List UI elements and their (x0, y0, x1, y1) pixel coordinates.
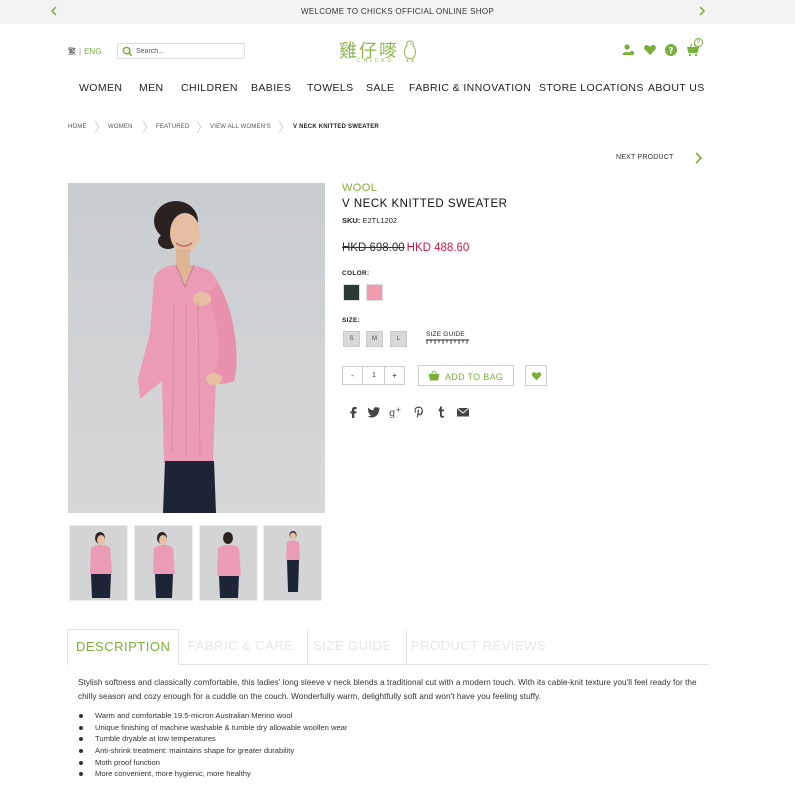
product-price: HKD 698.00 HKD 488.60 (342, 242, 469, 254)
add-to-wishlist-button[interactable] (525, 365, 547, 386)
search-box[interactable] (117, 43, 245, 59)
lang-separator: | (79, 47, 82, 56)
quantity-increase-button[interactable]: + (384, 367, 404, 384)
cart-count-badge: 0 (694, 38, 703, 47)
size-option-l[interactable]: L (390, 331, 407, 347)
feature-list: Warm and comfortable 19.5-micron Austral… (78, 710, 698, 780)
svg-text:?: ? (668, 46, 673, 56)
model-photo (138, 201, 237, 513)
add-to-bag-button[interactable]: ADD TO BAG (418, 365, 514, 386)
size-label: SIZE: (342, 317, 361, 324)
size-option-s[interactable]: S (343, 331, 360, 347)
product-sku: SKU: E2TL1202 (342, 216, 397, 225)
color-swatch-pink[interactable] (366, 284, 383, 301)
color-swatch-dark-green[interactable] (343, 284, 360, 301)
nav-item-women[interactable]: WOMEN (79, 82, 122, 94)
logo-english-text: CHICKS (357, 58, 394, 64)
size-option-m[interactable]: M (366, 331, 383, 347)
nav-item-towels[interactable]: TOWELS (307, 82, 354, 94)
list-item: Moth proof function (78, 757, 698, 769)
nav-item-fabric-innovation[interactable]: FABRIC & INNOVATION (409, 82, 531, 94)
chevron-right-icon[interactable] (693, 152, 703, 164)
breadcrumb-current: V NECK KNITTED SWEATER (293, 124, 379, 130)
ruler-icon[interactable] (426, 339, 469, 345)
tab-fabric-care[interactable]: FABRIC & CARE (174, 629, 309, 665)
google-plus-icon[interactable]: g + (389, 405, 403, 419)
breadcrumb-women[interactable]: WOMEN (108, 124, 133, 130)
nav-item-sale[interactable]: SALE (366, 82, 394, 94)
product-tabs: DESCRIPTION FABRIC & CARE SIZE GUIDE PRO… (67, 629, 709, 666)
nav-item-about-us[interactable]: ABOUT US (648, 82, 705, 94)
account-icon[interactable] (621, 43, 635, 57)
breadcrumb-separator-icon (142, 120, 148, 134)
breadcrumb-separator-icon (278, 120, 284, 134)
nav-item-children[interactable]: CHILDREN (181, 82, 238, 94)
tumblr-icon[interactable] (434, 405, 448, 419)
product-thumbnail[interactable] (134, 525, 193, 601)
tab-product-reviews[interactable]: PRODUCT REVIEWS (397, 629, 560, 665)
shopping-basket-icon (428, 370, 440, 381)
breadcrumb-home[interactable]: HOME (68, 124, 87, 130)
list-item: Tumble dryable at low temperatures (78, 733, 698, 745)
search-icon (122, 46, 133, 57)
list-item: Anti-shrink treatment: maintains shape f… (78, 745, 698, 757)
product-brand: WOOL (342, 182, 378, 194)
list-item: Warm and comfortable 19.5-micron Austral… (78, 710, 698, 722)
language-switcher: 繁 | ENG (68, 46, 101, 57)
heart-icon (531, 372, 542, 381)
product-title: V NECK KNITTED SWEATER (342, 198, 508, 210)
quantity-stepper: - + (342, 366, 405, 385)
breadcrumb-separator-icon (94, 120, 100, 134)
breadcrumb-featured[interactable]: FEATURED (156, 124, 190, 130)
product-thumbnail[interactable] (199, 525, 258, 601)
quantity-input[interactable] (364, 367, 384, 384)
site-logo[interactable]: 雞仔嘜 CHICKS (339, 37, 419, 67)
search-input[interactable] (136, 45, 241, 57)
chick-logo-icon (404, 40, 416, 63)
product-thumbnail[interactable] (69, 525, 128, 601)
sku-label: SKU: (342, 216, 361, 225)
breadcrumb-separator-icon (196, 120, 202, 134)
nav-item-men[interactable]: MEN (139, 82, 164, 94)
size-guide-link[interactable]: SIZE GUIDE (426, 331, 465, 338)
product-thumbnail[interactable] (263, 525, 322, 601)
list-item: Unique finishing of machine washable & t… (78, 722, 698, 734)
tab-description[interactable]: DESCRIPTION (67, 629, 180, 666)
svg-text:+: + (396, 406, 402, 414)
quantity-decrease-button[interactable]: - (343, 367, 363, 384)
twitter-icon[interactable] (367, 405, 381, 419)
email-icon[interactable] (456, 405, 470, 419)
nav-item-babies[interactable]: BABIES (251, 82, 291, 94)
lang-english[interactable]: ENG (84, 47, 101, 56)
help-icon[interactable]: ? (664, 43, 678, 57)
facebook-icon[interactable] (346, 405, 360, 419)
breadcrumb-view-all-womens[interactable]: VIEW ALL WOMEN'S (210, 124, 271, 130)
color-label: COLOR: (342, 270, 370, 277)
product-description: Stylish softness and classically comfort… (78, 678, 697, 701)
product-main-image[interactable] (68, 183, 325, 513)
tab-size-guide[interactable]: SIZE GUIDE (299, 629, 407, 665)
next-product-link[interactable]: NEXT PRODUCT (616, 154, 674, 161)
main-nav: WOMEN MEN CHILDREN BABIES TOWELS SALE FA… (0, 82, 795, 96)
add-to-bag-label: ADD TO BAG (445, 372, 504, 382)
sku-value: E2TL1202 (362, 216, 398, 225)
lang-traditional-chinese[interactable]: 繁 (68, 47, 76, 56)
announcement-bar: WELCOME TO CHICKS OFFICIAL ONLINE SHOP (0, 0, 795, 24)
nav-item-store-locations[interactable]: STORE LOCATIONS (539, 82, 644, 94)
chevron-right-icon[interactable] (696, 5, 708, 17)
pinterest-icon[interactable] (412, 405, 426, 419)
sale-price: HKD 488.60 (406, 242, 470, 254)
heart-icon[interactable] (643, 43, 657, 57)
list-item: More convenient, more hygienic, more hea… (78, 768, 698, 780)
original-price: HKD 698.00 (342, 242, 405, 254)
announcement-text: WELCOME TO CHICKS OFFICIAL ONLINE SHOP (300, 7, 495, 16)
